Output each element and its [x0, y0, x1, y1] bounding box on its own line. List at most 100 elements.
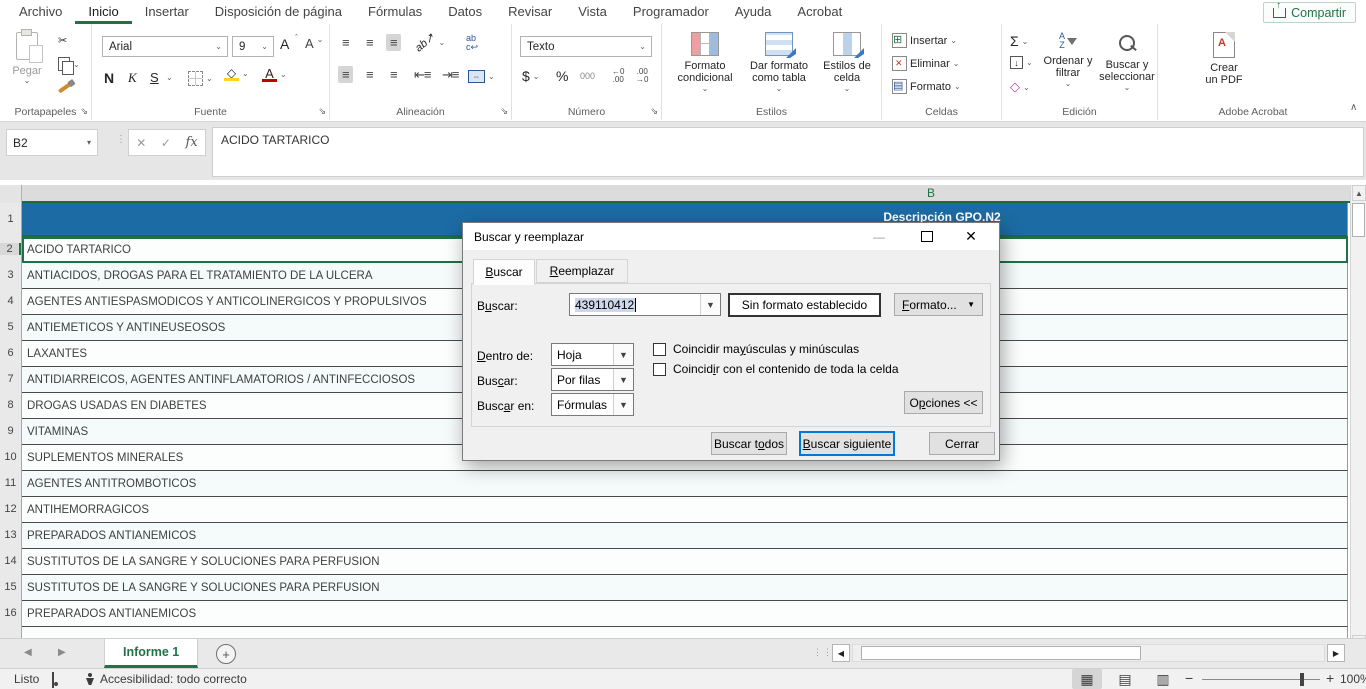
- dialog-tab-buscar[interactable]: Buscar: [473, 259, 535, 285]
- select-all-corner[interactable]: [0, 185, 22, 203]
- copy-button[interactable]: ⌄: [58, 57, 80, 71]
- cell-B13[interactable]: PREPARADOS ANTIANEMICOS: [22, 523, 1348, 549]
- row-header[interactable]: 6: [0, 347, 21, 359]
- delete-cells-button[interactable]: Eliminar⌄: [892, 56, 959, 71]
- cell-B11[interactable]: AGENTES ANTITROMBOTICOS: [22, 471, 1348, 497]
- orientation-button[interactable]: ab↗⌄: [414, 36, 445, 49]
- align-middle-icon[interactable]: ≡: [362, 34, 377, 51]
- options-button[interactable]: Opciones <<: [904, 391, 983, 414]
- grow-font-button[interactable]: A＾: [280, 36, 300, 52]
- accessibility-icon[interactable]: [84, 673, 96, 688]
- name-box[interactable]: B2 ▾: [6, 129, 98, 156]
- alignment-dialog-launcher[interactable]: ⇘: [500, 106, 508, 117]
- row-header[interactable]: 5: [0, 321, 21, 333]
- fill-color-button[interactable]: ◇ ⌄: [224, 66, 249, 81]
- cancel-icon[interactable]: ✕: [136, 136, 146, 150]
- cell-styles-button[interactable]: Estilos de celda⌄: [818, 32, 876, 94]
- macro-record-icon[interactable]: [52, 673, 54, 687]
- scroll-right-icon[interactable]: ▶: [1327, 644, 1345, 662]
- cut-button[interactable]: ✂: [58, 34, 67, 47]
- clear-button[interactable]: ◇⌄: [1010, 79, 1030, 95]
- row-header[interactable]: 12: [0, 503, 21, 515]
- borders-button[interactable]: ⌄: [188, 71, 213, 86]
- zoom-in-icon[interactable]: +: [1326, 670, 1334, 686]
- find-all-button[interactable]: Buscar todos: [711, 432, 787, 455]
- sheet-tab-informe1[interactable]: Informe 1: [104, 639, 198, 668]
- row-header[interactable]: 11: [0, 477, 21, 489]
- percent-button[interactable]: %: [556, 68, 568, 84]
- merge-center-button[interactable]: ⇔⌄: [468, 70, 495, 83]
- row-header[interactable]: 1: [0, 213, 21, 225]
- align-center-icon[interactable]: ≡: [362, 66, 377, 83]
- row-header[interactable]: 10: [0, 451, 21, 463]
- bold-button[interactable]: N: [104, 70, 114, 86]
- row-header-selected[interactable]: 2: [0, 243, 21, 255]
- collapse-ribbon-button[interactable]: ∧: [1350, 102, 1357, 113]
- match-case-checkbox[interactable]: Coincidir mayúsculas y minúsculas: [653, 342, 859, 356]
- row-header[interactable]: 9: [0, 425, 21, 437]
- dialog-tab-reemplazar[interactable]: Reemplazar: [536, 259, 628, 283]
- decrease-indent-icon[interactable]: ⇤≡: [410, 66, 434, 84]
- page-layout-view-icon[interactable]: ▤: [1110, 669, 1140, 689]
- tab-revisar[interactable]: Revisar: [495, 0, 565, 24]
- cell-B12[interactable]: ANTIHEMORRAGICOS: [22, 497, 1348, 523]
- scroll-up-icon[interactable]: ▲: [1352, 185, 1366, 201]
- row-header[interactable]: 7: [0, 373, 21, 385]
- cell-B14[interactable]: SUSTITUTOS DE LA SANGRE Y SOLUCIONES PAR…: [22, 549, 1348, 575]
- name-box-dropdown-icon[interactable]: ▾: [87, 138, 91, 147]
- find-next-button[interactable]: Buscar siguiente: [799, 431, 895, 456]
- currency-button[interactable]: $⌄: [522, 68, 540, 84]
- tab-disposicion[interactable]: Disposición de página: [202, 0, 355, 24]
- chevron-down-icon[interactable]: ▼: [700, 294, 720, 315]
- font-name-select[interactable]: Arial⌄: [102, 36, 228, 57]
- cell-B16[interactable]: PREPARADOS ANTIANEMICOS: [22, 601, 1348, 627]
- comma-style-button[interactable]: 000: [580, 71, 595, 81]
- match-entire-cell-checkbox[interactable]: Coincidir con el contenido de toda la ce…: [653, 362, 899, 376]
- insert-cells-button[interactable]: Insertar⌄: [892, 33, 957, 48]
- format-button[interactable]: Formato...▼: [894, 293, 983, 316]
- cell-B17-partial[interactable]: [22, 627, 1348, 638]
- close-icon[interactable]: ✕: [951, 223, 991, 250]
- conditional-formatting-button[interactable]: Formato condicional⌄: [672, 32, 738, 94]
- find-what-combobox[interactable]: 439110412 ▼: [569, 293, 721, 316]
- scroll-left-icon[interactable]: ◀: [832, 644, 850, 662]
- italic-button[interactable]: K: [128, 70, 137, 86]
- insert-function-icon[interactable]: fx: [186, 135, 198, 150]
- formula-input[interactable]: ACIDO TARTARICO: [212, 127, 1364, 177]
- page-break-view-icon[interactable]: ▥: [1148, 669, 1178, 689]
- tab-vista[interactable]: Vista: [565, 0, 620, 24]
- fill-button[interactable]: ↓⌄: [1010, 56, 1033, 69]
- tab-insertar[interactable]: Insertar: [132, 0, 202, 24]
- autosum-button[interactable]: Σ⌄: [1010, 33, 1028, 49]
- underline-dropdown[interactable]: ⌄: [166, 73, 173, 82]
- cell-B15[interactable]: SUSTITUTOS DE LA SANGRE Y SOLUCIONES PAR…: [22, 575, 1348, 601]
- accessibility-status[interactable]: Accesibilidad: todo correcto: [100, 672, 247, 686]
- align-left-icon[interactable]: ≡: [338, 66, 353, 83]
- zoom-out-icon[interactable]: −: [1185, 670, 1193, 686]
- tab-formulas[interactable]: Fórmulas: [355, 0, 435, 24]
- minimize-icon[interactable]: —: [859, 223, 899, 250]
- share-button[interactable]: Compartir: [1263, 2, 1356, 23]
- font-color-button[interactable]: A ⌄: [262, 66, 287, 82]
- enter-icon[interactable]: ✓: [161, 136, 171, 150]
- tab-archivo[interactable]: Archivo: [6, 0, 75, 24]
- tab-programador[interactable]: Programador: [620, 0, 722, 24]
- decrease-decimal-button[interactable]: .00→0: [636, 68, 648, 84]
- create-pdf-button[interactable]: Crear un PDF: [1194, 32, 1254, 87]
- font-size-select[interactable]: 9⌄: [232, 36, 274, 57]
- align-top-icon[interactable]: ≡: [338, 34, 353, 51]
- row-header[interactable]: 15: [0, 581, 21, 593]
- tab-datos[interactable]: Datos: [435, 0, 495, 24]
- row-header[interactable]: 4: [0, 295, 21, 307]
- format-as-table-button[interactable]: Dar formato como tabla⌄: [744, 32, 814, 94]
- maximize-icon[interactable]: [907, 223, 947, 250]
- vertical-scroll-thumb[interactable]: [1352, 203, 1365, 237]
- increase-decimal-button[interactable]: ←0.00: [612, 68, 624, 84]
- sort-filter-button[interactable]: AZ Ordenar y filtrar⌄: [1040, 32, 1096, 89]
- shrink-font-button[interactable]: A⌄: [305, 36, 323, 51]
- formula-bar-splitter[interactable]: ⋮: [116, 134, 127, 145]
- normal-view-icon[interactable]: ▦: [1072, 669, 1102, 689]
- row-header[interactable]: 8: [0, 399, 21, 411]
- horizontal-scrollbar[interactable]: [852, 644, 1325, 662]
- sheet-next-icon[interactable]: ▶: [58, 647, 66, 658]
